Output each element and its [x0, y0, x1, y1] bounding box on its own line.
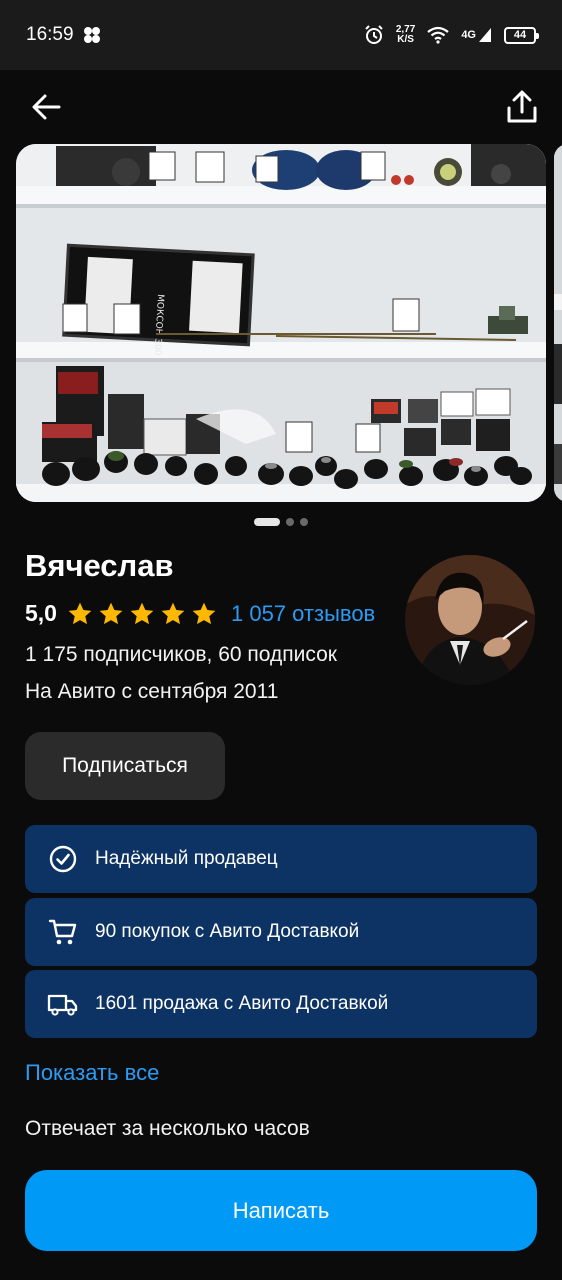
truck-icon: [47, 988, 79, 1020]
status-bar: 16:59 2,77 K/S 4G 44: [0, 0, 562, 70]
response-time: Отвечает за несколько часов: [25, 1117, 310, 1140]
status-left: 16:59: [26, 24, 102, 46]
cart-icon: [47, 916, 79, 948]
subscribers-count[interactable]: 1 175 подписчиков, 60 подписок: [25, 643, 337, 667]
badge-purchases[interactable]: 90 покупок с Авито Доставкой: [25, 898, 537, 966]
cellular-group: 4G: [461, 27, 492, 43]
star-icon: [68, 602, 92, 624]
seller-name: Вячеслав: [25, 548, 174, 583]
arrow-left-icon: [32, 94, 61, 120]
star-icon: [192, 602, 216, 624]
gallery-pager: [0, 518, 562, 526]
member-since: На Авито с сентября 2011: [25, 680, 279, 703]
cellular-signal-icon: [479, 28, 491, 42]
star-icon: [130, 602, 154, 624]
back-button[interactable]: [28, 89, 64, 125]
check-circle-icon: [47, 843, 79, 875]
avatar[interactable]: [405, 555, 535, 685]
reviews-link[interactable]: 1 057 отзывов: [231, 601, 375, 627]
status-right: 2,77 K/S 4G 44: [364, 25, 539, 45]
app-header: [0, 70, 562, 144]
wifi-icon: [427, 26, 449, 44]
share-button[interactable]: [504, 89, 540, 125]
next-photo-image: [554, 144, 562, 502]
badge-text: 90 покупок с Авито Доставкой: [95, 921, 360, 942]
show-all-link[interactable]: Показать все: [25, 1060, 159, 1086]
write-message-button[interactable]: Написать: [25, 1170, 537, 1251]
subscribe-button[interactable]: Подписаться: [25, 732, 225, 800]
star-icon: [99, 602, 123, 624]
shop-shelf-image: МОКСОН 300: [16, 144, 546, 502]
badge-text: Надёжный продавец: [95, 848, 278, 869]
battery-level: 44: [513, 29, 527, 41]
avatar-image: [405, 555, 535, 685]
next-photo-preview[interactable]: [554, 144, 562, 502]
alarm-icon: [365, 25, 383, 44]
badge-trusted-seller[interactable]: Надёжный продавец: [25, 825, 537, 893]
badge-sales[interactable]: 1601 продажа с Авито Доставкой: [25, 970, 537, 1038]
pager-dot-active: [254, 518, 280, 526]
network-speed: 2,77 K/S: [396, 25, 415, 45]
badge-text: 1601 продажа с Авито Доставкой: [95, 993, 389, 1014]
network-type: 4G: [461, 29, 476, 41]
share-icon: [507, 90, 537, 123]
photo-gallery[interactable]: МОКСОН 300: [16, 144, 562, 502]
pager-dot: [300, 518, 308, 526]
rating-value: 5,0: [25, 600, 57, 626]
network-speed-unit: K/S: [397, 34, 414, 45]
star-icon: [161, 602, 185, 624]
rating-stars: [67, 601, 217, 627]
rating-row: 5,0 1 057 отзывов: [25, 600, 375, 627]
pager-dot: [286, 518, 294, 526]
battery-icon: 44: [504, 26, 539, 44]
seller-profile-screen: 16:59 2,77 K/S 4G 44 МОКСОН 300 Вячеслав…: [0, 0, 562, 1280]
gallery-photo[interactable]: МОКСОН 300: [16, 144, 546, 502]
app-notification-icon: [83, 27, 100, 43]
status-time: 16:59: [26, 24, 74, 45]
